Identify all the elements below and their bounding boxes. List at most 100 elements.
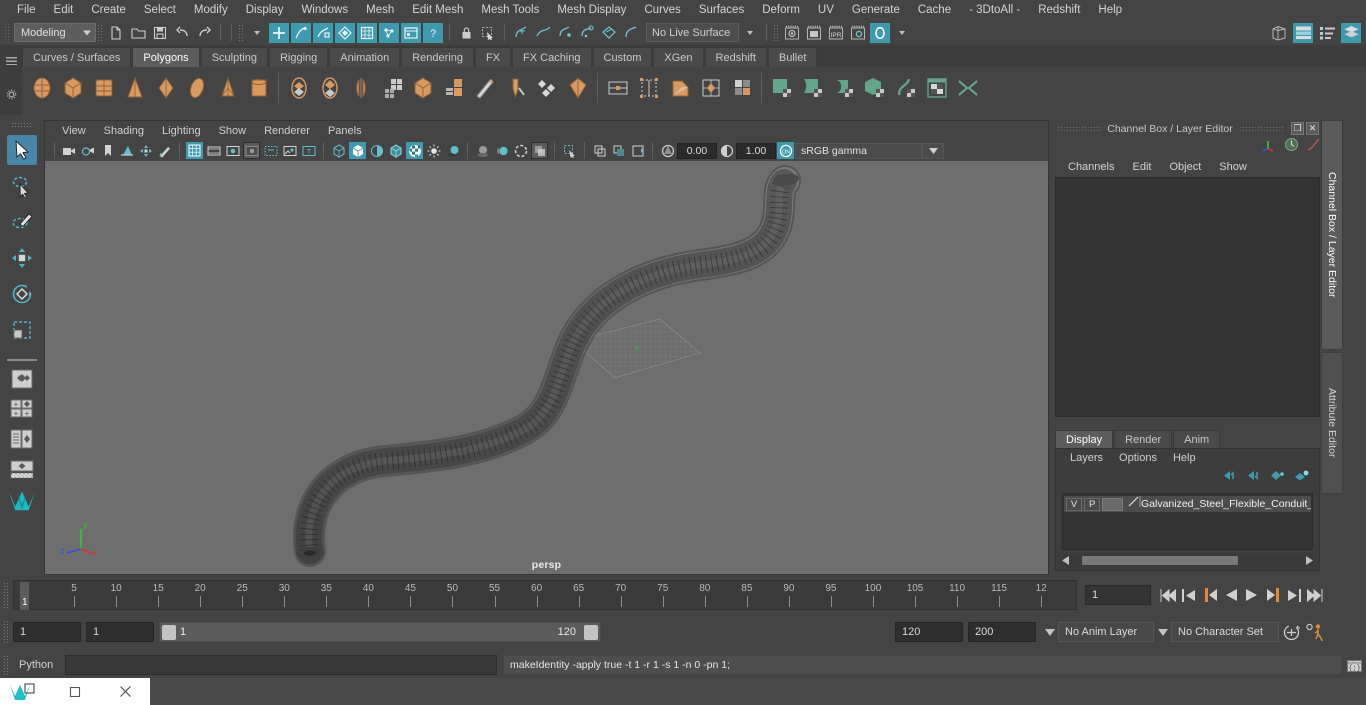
menu-edit[interactable]: Edit xyxy=(45,0,83,20)
maya-taskbar-icon[interactable] xyxy=(0,678,50,705)
undo-icon[interactable] xyxy=(172,23,192,43)
panel-close-button[interactable]: ✕ xyxy=(1306,122,1319,135)
layout-outliner-persp-button[interactable] xyxy=(6,427,38,451)
anim-layer-dropdown-arrow[interactable] xyxy=(1041,622,1058,642)
shelf-tab-redshift[interactable]: Redshift xyxy=(704,47,767,67)
select-by-hierarchy-icon[interactable] xyxy=(269,22,289,43)
shade-selected-icon[interactable] xyxy=(368,142,385,159)
smooth-shade-all-icon[interactable] xyxy=(349,142,366,159)
layer-menu-layers[interactable]: Layers xyxy=(1062,452,1111,464)
image-plane-icon[interactable] xyxy=(118,142,135,159)
isolate-select-icon[interactable] xyxy=(561,142,578,159)
channelbox-menu-object[interactable]: Object xyxy=(1160,161,1210,173)
animation-preferences-icon[interactable] xyxy=(1303,621,1327,643)
select-by-component-type-icon[interactable] xyxy=(313,22,333,43)
sculpt-surface-icon[interactable] xyxy=(797,71,828,105)
select-particles-icon[interactable] xyxy=(379,22,399,43)
transform-gizmo-icon[interactable] xyxy=(1260,138,1277,157)
layer-list-horizontal-scrollbar[interactable] xyxy=(1062,554,1313,567)
poly-pyramid-icon[interactable] xyxy=(212,71,243,105)
clock-icon[interactable] xyxy=(1284,137,1299,157)
toolbar-grip-3[interactable] xyxy=(773,24,780,41)
redo-icon[interactable] xyxy=(194,23,214,43)
select-tool[interactable] xyxy=(7,135,37,165)
texture-window-icon[interactable] xyxy=(921,71,952,105)
panel-grip-right[interactable] xyxy=(1238,125,1283,132)
animation-start-time-field[interactable]: 1 xyxy=(13,622,81,642)
panel-restore-button[interactable]: ❐ xyxy=(1291,122,1304,135)
scroll-left-arrow-icon[interactable] xyxy=(1062,552,1070,570)
depth-of-field-icon[interactable] xyxy=(531,142,548,159)
scale-tool[interactable] xyxy=(7,315,37,345)
menu-generate[interactable]: Generate xyxy=(843,0,909,20)
viewport-menu-show[interactable]: Show xyxy=(210,125,256,137)
shelf-tab-fx-caching[interactable]: FX Caching xyxy=(512,47,592,67)
separate-icon[interactable] xyxy=(314,71,345,105)
menu-modify[interactable]: Modify xyxy=(185,0,237,20)
poly-torus-icon[interactable] xyxy=(150,71,181,105)
snap-to-curve-icon[interactable] xyxy=(533,23,553,43)
quad-draw-icon[interactable] xyxy=(531,71,562,105)
camera-attributes-icon[interactable] xyxy=(80,142,97,159)
color-profile-field[interactable]: sRGB gamma xyxy=(795,142,922,159)
uv-planar-map-icon[interactable] xyxy=(664,71,695,105)
poly-cylinder-icon[interactable] xyxy=(88,71,119,105)
multi-cut-icon[interactable] xyxy=(469,71,500,105)
panel-grip-left[interactable] xyxy=(1057,125,1102,132)
animation-end-time-field[interactable]: 200 xyxy=(968,622,1036,642)
move-tool[interactable] xyxy=(7,243,37,273)
combine-icon[interactable] xyxy=(283,71,314,105)
outliner-icon[interactable] xyxy=(1269,23,1289,43)
shelf-tab-curves-surfaces[interactable]: Curves / Surfaces xyxy=(22,47,132,67)
xray-active-components-icon[interactable] xyxy=(629,142,646,159)
tool-settings-toggle-icon[interactable] xyxy=(1317,23,1337,43)
toolbox-grip[interactable] xyxy=(11,122,33,129)
shelf-tab-rigging[interactable]: Rigging xyxy=(268,47,329,67)
previous-key-button[interactable] xyxy=(1201,585,1219,605)
menu-windows[interactable]: Windows xyxy=(292,0,357,20)
gamma-icon[interactable] xyxy=(718,142,735,159)
character-set-selector[interactable]: No Character Set xyxy=(1171,622,1279,642)
grid-toggle-icon[interactable] xyxy=(186,142,203,159)
layout-single-pane-button[interactable] xyxy=(6,367,38,391)
layout-four-pane-button[interactable]: + + + xyxy=(6,397,38,421)
layer-tab-display[interactable]: Display xyxy=(1055,430,1114,448)
append-polygon-icon[interactable] xyxy=(562,71,593,105)
poly-cube-icon[interactable] xyxy=(57,71,88,105)
grease-pencil-icon[interactable] xyxy=(156,142,173,159)
curve-tool-icon[interactable] xyxy=(890,71,921,105)
snap-to-view-plane-icon[interactable] xyxy=(599,23,619,43)
gate-mask-icon[interactable] xyxy=(243,142,260,159)
film-gate-icon[interactable] xyxy=(205,142,222,159)
new-layer-from-selected-icon[interactable] xyxy=(1294,468,1309,486)
menu-mesh[interactable]: Mesh xyxy=(357,0,403,20)
shelf-tab-sculpting[interactable]: Sculpting xyxy=(200,47,268,67)
scrollbar-thumb[interactable] xyxy=(1082,556,1238,565)
lock-icon[interactable] xyxy=(456,23,476,43)
use-default-lighting-icon[interactable] xyxy=(425,142,442,159)
select-image-plane-icon[interactable] xyxy=(401,22,421,43)
make-live-icon[interactable] xyxy=(621,23,641,43)
texture-display-icon[interactable] xyxy=(406,142,423,159)
attribute-editor-toggle-icon[interactable] xyxy=(1293,22,1313,43)
shelf-menu-icon[interactable] xyxy=(5,57,17,65)
command-input-field[interactable] xyxy=(65,655,497,675)
layout-persp-graph-button[interactable] xyxy=(6,457,38,481)
menu-curves[interactable]: Curves xyxy=(635,0,689,20)
menu-mesh-display[interactable]: Mesh Display xyxy=(548,0,635,20)
graph-curve-icon[interactable] xyxy=(1306,137,1321,157)
poly-pipe-icon[interactable] xyxy=(243,71,274,105)
menuset-selector[interactable]: Modeling xyxy=(14,23,96,42)
menu-redshift[interactable]: Redshift xyxy=(1029,0,1089,20)
side-tab-attribute-editor[interactable]: Attribute Editor xyxy=(1321,352,1343,494)
render-sequence-icon[interactable] xyxy=(804,23,824,43)
shelf-tab-rendering[interactable]: Rendering xyxy=(401,47,474,67)
toolbar-grip-2[interactable] xyxy=(238,24,245,41)
wireframe-on-shaded-icon[interactable] xyxy=(387,142,404,159)
color-profile-dropdown-arrow[interactable] xyxy=(922,142,944,159)
menu-deform[interactable]: Deform xyxy=(753,0,809,20)
sculpt-plane-icon[interactable] xyxy=(766,71,797,105)
current-frame-field[interactable]: 1 xyxy=(1085,585,1151,605)
playback-end-time-field[interactable]: 120 xyxy=(895,622,963,642)
menu-help[interactable]: Help xyxy=(1089,0,1131,20)
